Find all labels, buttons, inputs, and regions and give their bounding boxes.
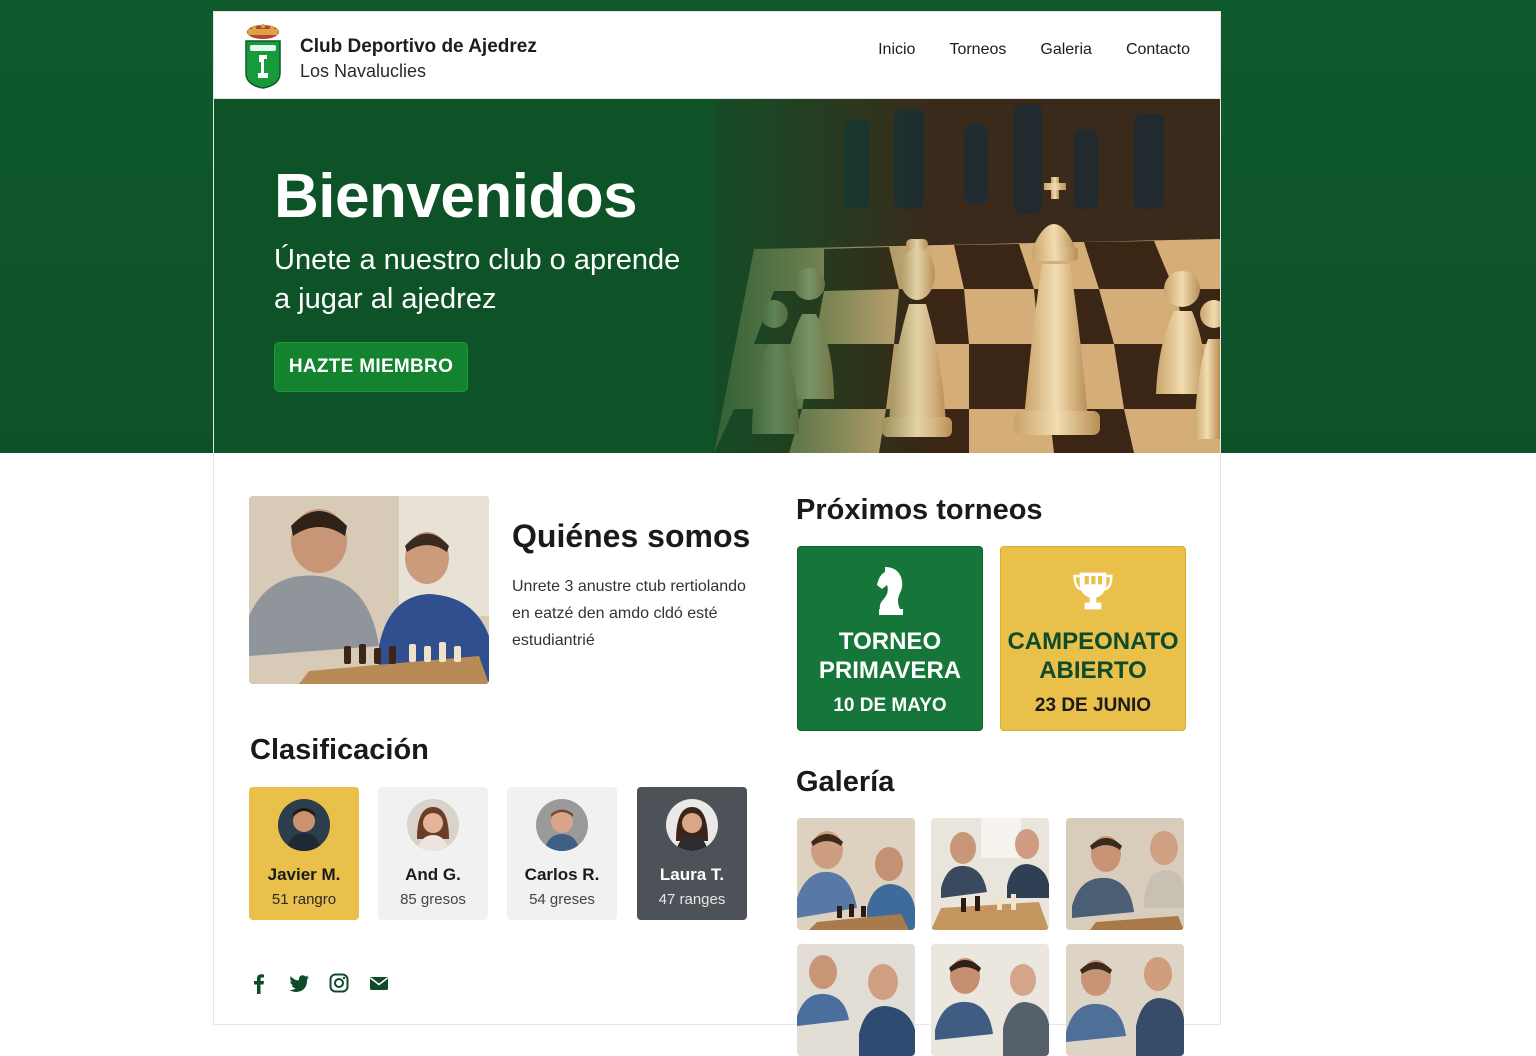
site-header: Club Deportivo de Ajedrez Los Navaluclie… [214,12,1220,99]
about-text: Unrete 3 anustre ctub rertiolando en eat… [512,578,746,649]
club-logo[interactable] [244,23,282,89]
ranking-card-3[interactable]: Carlos R. 54 greses [507,787,617,920]
tournament-date: 23 DE JUNIO [1034,695,1152,716]
brand-title: Club Deportivo de Ajedrez [300,36,537,57]
main-nav: Inicio Torneos Galeria Contacto [878,41,1190,59]
gallery-image[interactable] [931,818,1049,930]
nav-item-torneos[interactable]: Torneos [949,41,1006,59]
tournament-name: TORNEO PRIMAVERA [818,628,962,684]
join-button[interactable]: HAZTE MIEMBRO [274,342,468,392]
tournament-card-abierto[interactable]: CAMPEONATO ABIERTO 23 DE JUNIO [1000,546,1186,731]
nav-item-inicio[interactable]: Inicio [878,41,915,59]
about-photo [249,496,489,684]
player-score: 85 gresos [400,891,466,908]
gallery-image[interactable] [1066,818,1184,930]
player-name: Laura T. [659,865,725,884]
tournament-card-primavera[interactable]: TORNEO PRIMAVERA 10 DE MAYO [797,546,983,731]
player-name: Javier M. [267,865,341,884]
trophy-icon [1073,563,1113,619]
avatar [407,799,459,851]
instagram-icon[interactable] [328,972,350,994]
about-title: Quiénes somos [512,518,751,554]
ranking-card-2[interactable]: And G. 85 gresos [378,787,488,920]
player-name: And G. [405,865,461,884]
gallery-image[interactable] [931,944,1049,1056]
avatar [278,799,330,851]
hero-subtitle: Únete a nuestro club o aprende a jugar a… [274,244,681,315]
gallery-image[interactable] [797,818,915,930]
ranking-title: Clasificación [250,734,429,766]
knight-icon [870,563,910,619]
twitter-icon[interactable] [288,972,310,994]
tournaments-title: Próximos torneos [796,494,1043,526]
hero-banner: Bienvenidos Únete a nuestro club o apren… [214,99,1220,453]
player-name: Carlos R. [524,865,600,884]
nav-item-contacto[interactable]: Contacto [1126,41,1190,59]
nav-item-galeria[interactable]: Galeria [1040,41,1092,59]
tournament-date: 10 DE MAYO [833,695,947,716]
player-score: 47 ranges [658,891,726,908]
hero-title: Bienvenidos [274,162,638,231]
avatar [666,799,718,851]
social-links [248,972,390,994]
avatar [536,799,588,851]
gallery-title: Galería [796,766,895,798]
brand-subtitle: Los Navaluclies [300,61,427,81]
tournament-name: CAMPEONATO ABIERTO [1007,628,1179,684]
facebook-icon[interactable] [248,972,270,994]
player-score: 51 rangro [271,891,337,908]
gallery-image[interactable] [797,944,915,1056]
ranking-card-4[interactable]: Laura T. 47 ranges [637,787,747,920]
ranking-card-1[interactable]: Javier M. 51 rangro [249,787,359,920]
player-score: 54 greses [529,891,595,908]
mail-icon[interactable] [368,972,390,994]
gallery-image[interactable] [1066,944,1184,1056]
page-container: Club Deportivo de Ajedrez Los Navaluclie… [214,12,1220,1056]
